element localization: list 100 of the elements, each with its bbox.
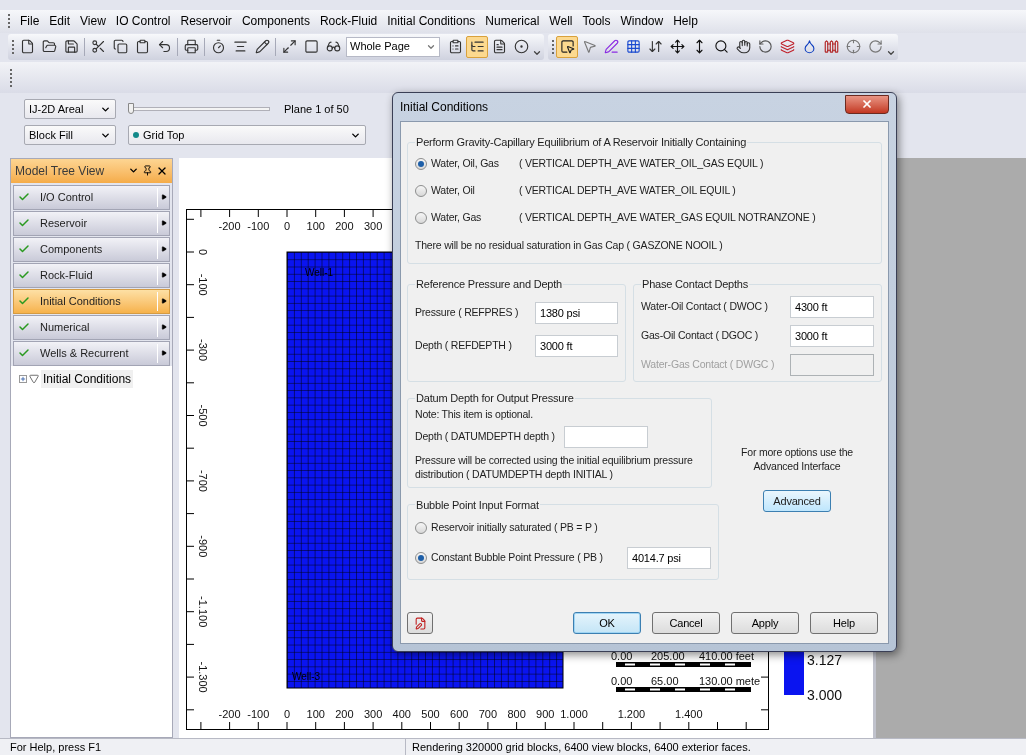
- tick-label: 800: [507, 707, 526, 720]
- radio-button[interactable]: [415, 552, 427, 564]
- tree-section-button[interactable]: Numerical: [13, 314, 170, 340]
- radio-label: Reservoir initially saturated ( PB = P ): [431, 520, 599, 536]
- tree-section-button[interactable]: Components: [13, 236, 170, 262]
- clipboard-list-icon: [447, 39, 463, 55]
- tick-label: 1.200: [617, 707, 646, 720]
- radio-button[interactable]: [415, 212, 427, 224]
- close-icon: [861, 98, 873, 110]
- document-edit-icon: [413, 616, 427, 630]
- tree-icon: [469, 39, 485, 55]
- property-select[interactable]: Grid Top: [128, 125, 366, 146]
- menu-item[interactable]: File: [15, 12, 45, 31]
- scale-label: 65.00: [651, 674, 679, 687]
- pointer-icon: [559, 39, 575, 55]
- arrow-icon: [160, 324, 167, 330]
- close-button[interactable]: [845, 94, 889, 114]
- input-field[interactable]: [563, 425, 648, 448]
- radio-label: Water, Gas: [431, 210, 483, 226]
- note-text: Note: This item is optional.: [415, 407, 533, 420]
- page-select[interactable]: Whole Page: [346, 36, 440, 57]
- view-select[interactable]: IJ-2D Areal: [24, 99, 116, 120]
- note-text: There will be no residual saturation in Gas Cap ( GASZONE NOOIL ): [415, 238, 723, 251]
- input-field[interactable]: 4014.7 psi: [627, 547, 711, 569]
- menu-item[interactable]: IO Control: [110, 12, 176, 31]
- menu-item[interactable]: Help: [668, 12, 703, 31]
- tree-section-button[interactable]: Rock-Fluid: [13, 262, 170, 288]
- menu-item[interactable]: Well: [544, 12, 578, 31]
- field-label: Water-Oil Contact ( DWOC ): [641, 299, 768, 315]
- tree-section-button[interactable]: Initial Conditions: [13, 288, 170, 314]
- description-text: Pressure will be corrected using the initial equilibrium pressure distribution ( DATUMDEPTH depth INITIAL ): [415, 452, 694, 481]
- arrow-icon: [160, 350, 167, 356]
- dropdown-icon[interactable]: [128, 165, 139, 176]
- dialog-button[interactable]: Help: [810, 612, 878, 634]
- scale-label: 205.00: [651, 649, 685, 662]
- arrow-icon: [160, 220, 167, 226]
- scale-label: 0.00: [611, 674, 633, 687]
- radio-label: Water, Oil: [431, 183, 476, 199]
- scale-label: 130.00 mete: [699, 674, 761, 687]
- status-text: For Help, press F1: [9, 739, 103, 755]
- tick-label: 300: [363, 219, 383, 232]
- clipboard-icon: [134, 39, 150, 55]
- pointer-button[interactable]: [556, 35, 578, 58]
- timer-icon: [210, 39, 226, 55]
- expander-icon[interactable]: [19, 374, 27, 383]
- layers-icon: [779, 39, 795, 55]
- menu-item[interactable]: Numerical: [480, 12, 545, 31]
- menu-item[interactable]: Components: [236, 12, 315, 31]
- field-label: Depth ( DATUMDEPTH depth ): [415, 428, 555, 444]
- radio-button[interactable]: [415, 158, 427, 170]
- tick-label: -200: [218, 219, 241, 232]
- menu-item[interactable]: Initial Conditions: [382, 12, 481, 31]
- folder-icon: [41, 39, 57, 55]
- tree-section-button[interactable]: Reservoir: [13, 210, 170, 236]
- input-field[interactable]: 1380 psi: [535, 302, 618, 325]
- tick-label: -700: [197, 469, 209, 492]
- menu-item[interactable]: Tools: [577, 12, 616, 31]
- group-label: Perform Gravity-Capillary Equilibrium of A Reservoir Initially Containing: [415, 135, 748, 150]
- record-button[interactable]: [407, 612, 433, 634]
- window-title: Initial Conditions: [400, 99, 489, 116]
- tree-section-button[interactable]: I/O Control: [13, 184, 170, 210]
- tick-label: 100: [306, 219, 325, 232]
- dialog-button[interactable]: Apply: [731, 612, 799, 634]
- tree-item[interactable]: Initial Conditions: [41, 369, 134, 388]
- keyword-text: ( VERTICAL DEPTH_AVE WATER_OIL_GAS EQUIL ): [519, 156, 764, 172]
- tick-label: 0: [283, 707, 291, 720]
- scale-label: 0.00: [611, 649, 633, 662]
- arrows-icon: [647, 39, 663, 55]
- menu-item[interactable]: Window: [615, 12, 669, 31]
- tick-label: -500: [197, 404, 209, 426]
- cursor-icon: [581, 39, 597, 55]
- input-field[interactable]: 3000 ft: [535, 335, 618, 358]
- menu-item[interactable]: Rock-Fluid: [314, 12, 383, 31]
- dialog-button[interactable]: OK: [573, 612, 641, 634]
- panel-title: Model Tree View: [15, 162, 105, 180]
- copy-icon: [112, 39, 128, 55]
- menu-item[interactable]: Edit: [44, 12, 76, 31]
- tick-label: 600: [450, 707, 469, 720]
- status-text: Rendering 320000 grid blocks, 6400 view blocks, 6400 exterior faces.: [405, 738, 1026, 755]
- input-field[interactable]: 4300 ft: [790, 296, 874, 319]
- arrow-icon: [160, 246, 167, 252]
- pin-icon[interactable]: [142, 165, 153, 176]
- radio-label: Water, Oil, Gas: [431, 156, 500, 172]
- group-label: Datum Depth for Output Pressure: [415, 391, 575, 407]
- tick-label: 700: [478, 707, 498, 720]
- tree-section-button[interactable]: Wells & Recurrent: [13, 340, 170, 366]
- search-icon: [713, 39, 729, 55]
- menu-item[interactable]: Reservoir: [175, 12, 237, 31]
- radio-button[interactable]: [415, 185, 427, 197]
- scissors-icon: [90, 39, 106, 55]
- dialog-button[interactable]: Cancel: [652, 612, 720, 634]
- input-field[interactable]: 3000 ft: [790, 325, 874, 348]
- fill-select[interactable]: Block Fill: [24, 125, 116, 146]
- menu-item[interactable]: View: [75, 12, 111, 31]
- target-icon: [513, 39, 529, 55]
- hint-text: For more options use the Advanced Interface: [740, 445, 854, 474]
- advanced-button[interactable]: Advanced: [763, 490, 831, 513]
- field-label: Water-Gas Contact ( DWGC ): [641, 357, 775, 373]
- radio-button[interactable]: [415, 522, 427, 534]
- tree-button[interactable]: [466, 35, 488, 58]
